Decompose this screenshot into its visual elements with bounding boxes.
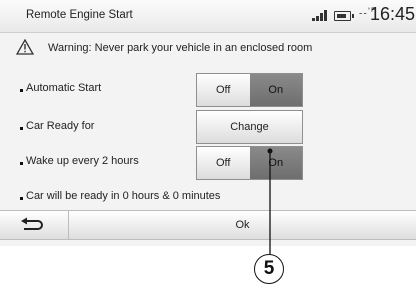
car-ready-for-label: Car Ready for <box>19 120 95 132</box>
automatic-start-off-button[interactable]: Off <box>197 74 250 106</box>
wake-up-label: Wake up every 2 hours <box>20 155 139 167</box>
battery-icon <box>334 11 354 21</box>
callout-leader-line <box>267 148 273 254</box>
ok-button[interactable]: Ok <box>69 211 416 239</box>
back-arrow-icon <box>21 217 43 230</box>
status-bar: Remote Engine Start --°F 16:45 <box>0 0 416 33</box>
wake-up-off-button[interactable]: Off <box>197 147 250 179</box>
automatic-start-toggle: Off On <box>196 73 303 107</box>
clock: 16:45 <box>370 4 416 24</box>
page-title: Remote Engine Start <box>26 9 133 21</box>
wake-up-toggle: Off On <box>196 146 303 180</box>
back-button[interactable] <box>0 211 69 239</box>
warning-triangle-icon <box>16 39 34 55</box>
automatic-start-on-button[interactable]: On <box>249 74 302 106</box>
callout-number-5: 5 <box>254 254 284 284</box>
bottom-bar: Ok <box>0 210 416 240</box>
temperature-value: -- <box>359 8 368 20</box>
signal-icon <box>312 10 328 21</box>
warning-text: Warning: Never park your vehicle in an e… <box>48 42 313 54</box>
automatic-start-label: Automatic Start <box>19 82 102 94</box>
remote-engine-start-screen: Remote Engine Start --°F 16:45 Warning: … <box>0 0 416 246</box>
ready-time-info: Car will be ready in 0 hours & 0 minutes <box>19 190 221 202</box>
change-button[interactable]: Change <box>196 110 303 144</box>
